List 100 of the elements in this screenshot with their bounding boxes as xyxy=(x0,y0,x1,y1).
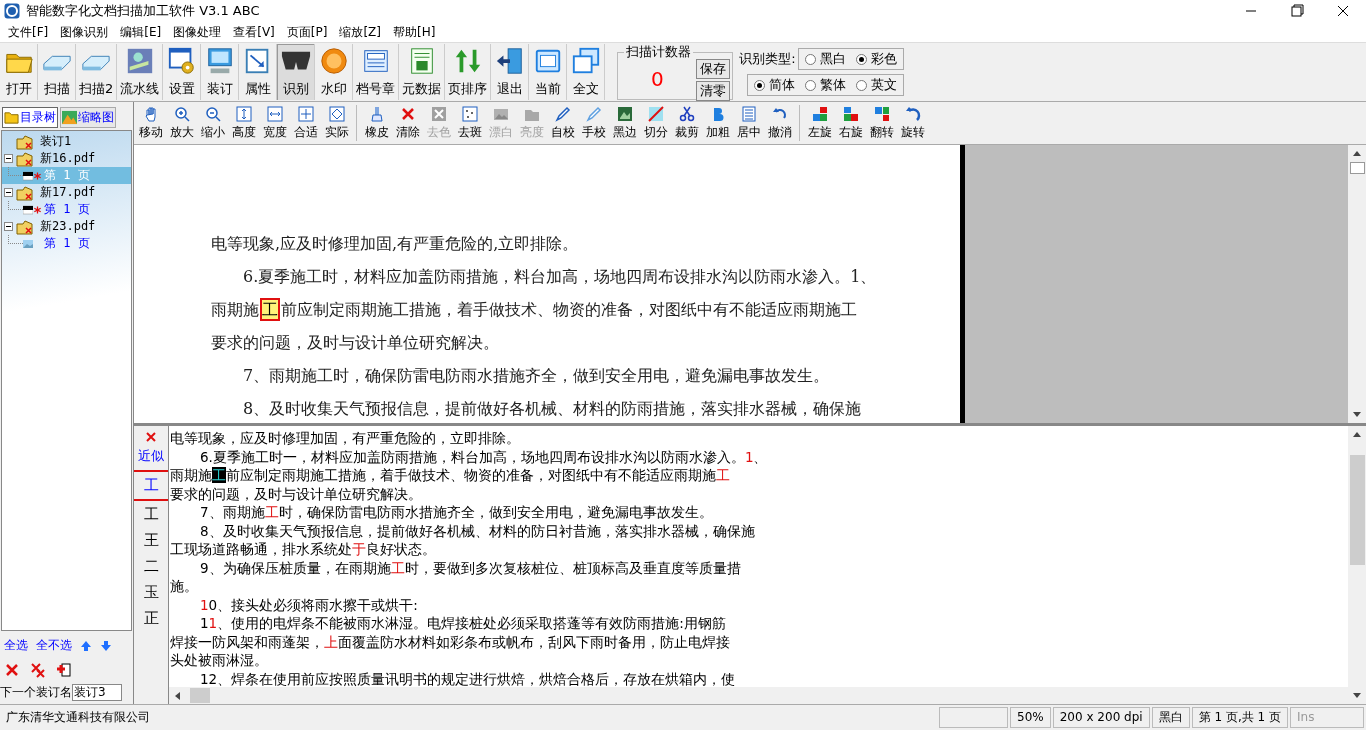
scroll-up-icon[interactable] xyxy=(1353,432,1361,437)
rotate-icon xyxy=(904,105,921,122)
collapse-toggle-icon[interactable] xyxy=(4,222,13,231)
fit-width-icon xyxy=(266,105,283,122)
tree-item[interactable]: 第 1 页 xyxy=(44,201,90,218)
toolbar-button[interactable]: 属性 xyxy=(239,44,278,100)
tool-button[interactable]: 移动 xyxy=(135,105,166,141)
toolbar-button[interactable]: 档号章 xyxy=(353,44,400,100)
tool-button[interactable]: 旋转 xyxy=(897,105,928,141)
binding-name-field[interactable]: 装订3 xyxy=(72,684,122,701)
tree-item[interactable]: 新17.pdf xyxy=(40,184,96,201)
menu-item[interactable]: 查看[V] xyxy=(227,23,281,41)
candidate-option[interactable]: 王 xyxy=(143,527,159,553)
scroll-thumb[interactable] xyxy=(190,688,210,703)
toolbar-button[interactable]: 流水线 xyxy=(117,44,164,100)
folder-icon xyxy=(16,218,34,235)
radio-option[interactable]: 简体 xyxy=(753,76,795,94)
tree-item[interactable]: 装订1 xyxy=(40,133,72,150)
sidebar-tab[interactable]: 目录树 xyxy=(2,107,58,128)
menu-item[interactable]: 页面[P] xyxy=(280,23,334,41)
collapse-toggle-icon[interactable] xyxy=(4,154,13,163)
candidate-option[interactable]: 工 xyxy=(143,501,159,527)
tool-button[interactable]: 橡皮 xyxy=(361,105,392,141)
tool-button[interactable]: 翻转 xyxy=(866,105,897,141)
cross-icon[interactable] xyxy=(4,662,20,678)
scroll-up-icon[interactable] xyxy=(1353,151,1361,156)
candidate-option[interactable]: 二 xyxy=(143,553,159,579)
tool-button[interactable]: 自校 xyxy=(547,105,578,141)
tool-button[interactable]: 手校 xyxy=(578,105,609,141)
arrow-up-icon[interactable] xyxy=(80,639,92,652)
field-label: 下一个装订名 xyxy=(0,684,72,701)
cross-box-icon xyxy=(430,105,447,122)
toolbar-button[interactable]: 识别 xyxy=(277,44,316,100)
toolbar-button[interactable]: 打开 xyxy=(0,44,38,100)
text-line: 施。 xyxy=(170,577,199,596)
menu-item[interactable]: 帮助[H] xyxy=(387,23,442,41)
candidate-option[interactable]: 玉 xyxy=(143,579,159,605)
select-link[interactable]: 全不选 xyxy=(36,637,72,654)
tool-button[interactable]: 放大 xyxy=(166,105,197,141)
close-icon[interactable] xyxy=(145,431,157,443)
sidebar-tab[interactable]: 缩略图 xyxy=(60,107,116,128)
toolbar-button[interactable]: 全文 xyxy=(567,44,606,100)
counter-button[interactable]: 清零 xyxy=(696,81,731,101)
menu-item[interactable]: 缩放[Z] xyxy=(333,23,387,41)
toolbar-button[interactable]: 装订 xyxy=(201,44,240,100)
tool-button[interactable]: 撤消 xyxy=(764,105,795,141)
tree-item[interactable]: 新23.pdf xyxy=(40,218,96,235)
tool-button[interactable]: 清除 xyxy=(392,105,423,141)
tool-button[interactable]: 右旋 xyxy=(835,105,866,141)
horizontal-scrollbar[interactable] xyxy=(169,687,1348,704)
page-plus-icon[interactable] xyxy=(56,662,72,678)
tree-item[interactable]: 第 1 页 xyxy=(44,235,90,252)
tool-button[interactable]: 实际 xyxy=(321,105,352,141)
tool-button[interactable]: 去斑 xyxy=(454,105,485,141)
menu-item[interactable]: 编辑[E] xyxy=(114,23,168,41)
counter-button[interactable]: 保存 xyxy=(696,59,731,79)
page-text-line: 6.夏季施工时，材料应加盖防雨措施，料台加高，场地四周布设排水沟以防雨水渗入。1、 xyxy=(242,266,878,288)
scroll-thumb[interactable] xyxy=(1349,162,1365,174)
toolbar-button[interactable]: 退出 xyxy=(491,44,530,100)
candidate-option[interactable]: 正 xyxy=(143,605,159,631)
toolbar-button[interactable]: 元数据 xyxy=(399,44,446,100)
toolbar-button[interactable]: 设置 xyxy=(163,44,202,100)
tool-button[interactable]: 缩小 xyxy=(197,105,228,141)
scroll-down-icon[interactable] xyxy=(1353,412,1361,417)
scroll-left-icon[interactable] xyxy=(175,691,180,700)
brush-icon xyxy=(368,105,385,122)
tool-button[interactable]: 宽度 xyxy=(259,105,290,141)
select-link[interactable]: 全选 xyxy=(4,637,28,654)
tool-button[interactable]: 高度 xyxy=(228,105,259,141)
toolbar-button[interactable]: 页排序 xyxy=(445,44,492,100)
folder-icon xyxy=(16,133,34,150)
menu-item[interactable]: 图像识别 xyxy=(54,23,115,41)
toolbar-button[interactable]: 水印 xyxy=(315,44,354,100)
toolbar-button[interactable]: 扫描 xyxy=(38,44,76,100)
tool-button[interactable]: 切分 xyxy=(640,105,671,141)
cross-icon[interactable] xyxy=(30,662,46,678)
menu-item[interactable]: 文件[F] xyxy=(2,23,55,41)
page-text-line: 8、及时收集天气预报信息，提前做好各机械、材料的防雨措施，落实排水器械，确保施 xyxy=(242,398,863,420)
radio-option[interactable]: 英文 xyxy=(855,76,897,94)
scroll-down-icon[interactable] xyxy=(1353,693,1361,698)
radio-option[interactable]: 彩色 xyxy=(855,50,897,68)
collapse-toggle-icon[interactable] xyxy=(4,188,13,197)
text-line: 11、使用的电焊条不能被雨水淋湿。电焊接桩处必须采取搭蓬等有效防雨措施:用钢筋 xyxy=(199,614,727,633)
window-title: 智能数字化文档扫描加工软件 V3.1 ABC xyxy=(26,2,261,20)
tool-button[interactable]: 黑边 xyxy=(609,105,640,141)
arrow-down-icon[interactable] xyxy=(100,639,112,652)
tool-button[interactable]: 居中 xyxy=(733,105,764,141)
toolbar-button[interactable]: 扫描2 xyxy=(76,44,118,100)
radio-option[interactable]: 繁体 xyxy=(804,76,846,94)
tree-item[interactable]: 新16.pdf xyxy=(40,150,96,167)
scroll-thumb[interactable] xyxy=(1349,455,1365,565)
tool-button[interactable]: 左旋 xyxy=(804,105,835,141)
text-line: 12、焊条在使用前应按照质量讯明书的规定进行烘焙，烘焙合格后，存放在烘箱内，使 xyxy=(199,669,737,687)
menu-item[interactable]: 图像处理 xyxy=(167,23,228,41)
toolbar-button[interactable]: 当前 xyxy=(529,44,568,100)
split-icon xyxy=(647,105,664,122)
radio-option[interactable]: 黑白 xyxy=(804,50,846,68)
tool-button[interactable]: 裁剪 xyxy=(671,105,702,141)
tool-button[interactable]: 合适 xyxy=(290,105,321,141)
tool-button[interactable]: 加粗 xyxy=(702,105,733,141)
